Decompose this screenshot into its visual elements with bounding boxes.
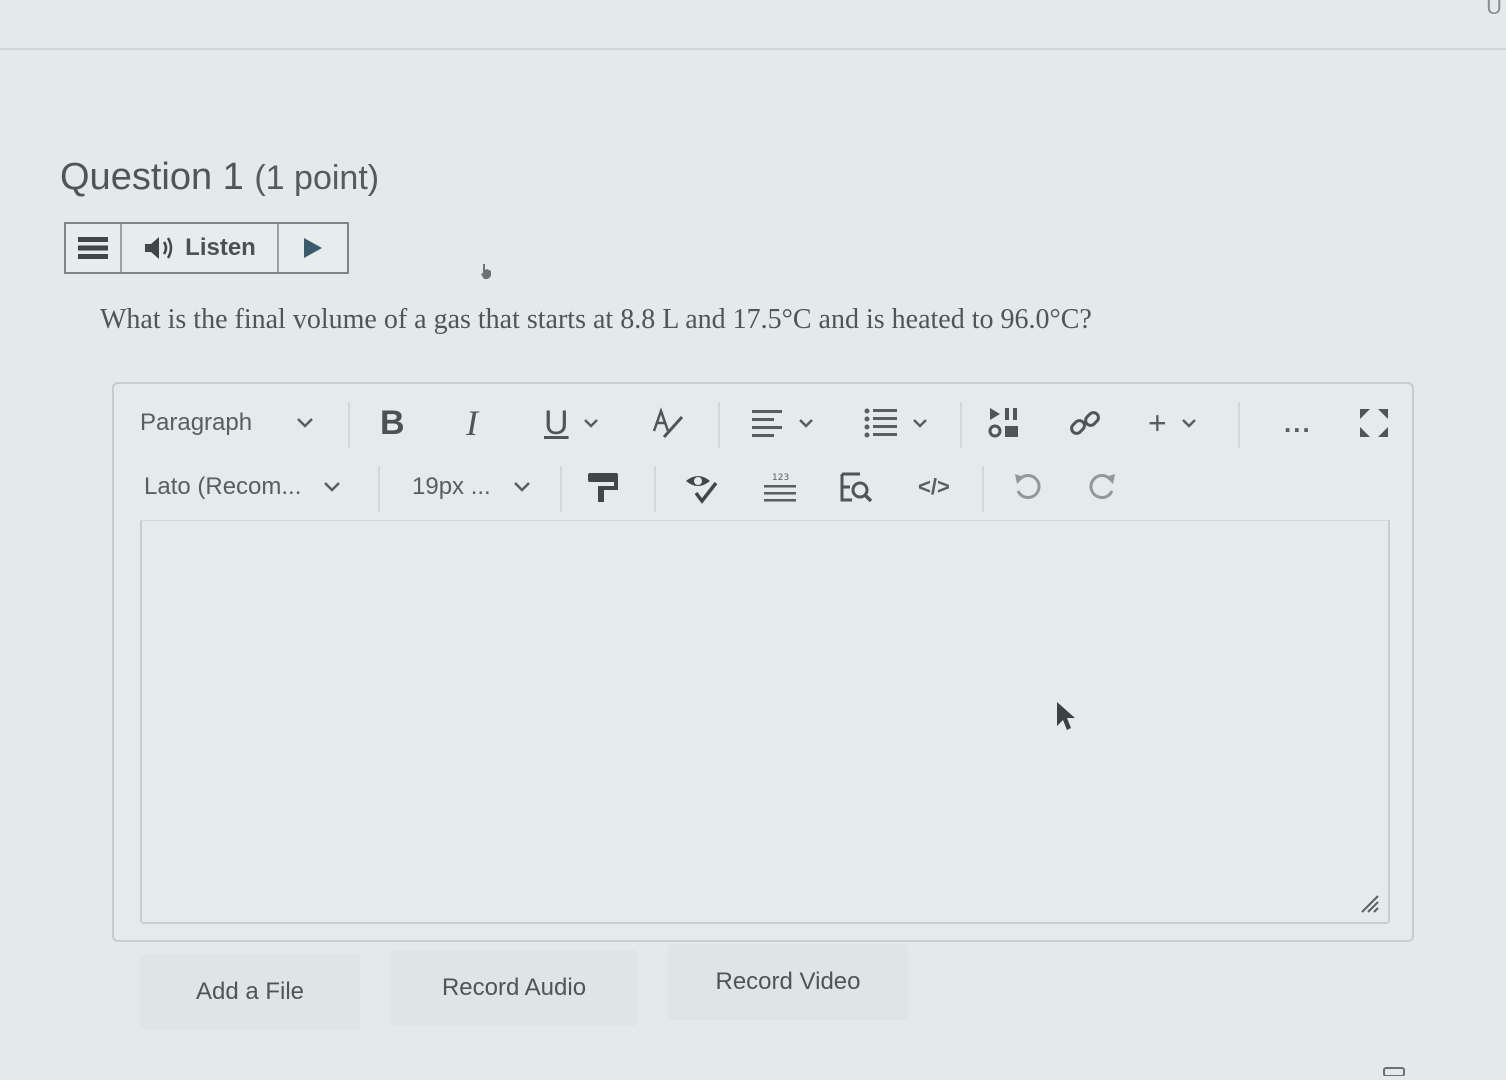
toolbar-row-1: Paragraph B I U + ...	[114, 398, 1412, 448]
word-count-icon: 123	[762, 471, 798, 503]
chevron-down-icon	[323, 481, 341, 493]
source-code-button[interactable]: </>	[918, 462, 950, 512]
toolbar-separator	[654, 466, 656, 512]
toolbar-separator	[378, 466, 380, 512]
listen-toolbar: Listen	[64, 222, 349, 274]
toolbar-separator	[960, 402, 962, 448]
resize-handle-icon[interactable]	[1358, 892, 1380, 914]
list-icon	[864, 407, 898, 439]
record-video-button[interactable]: Record Video	[668, 944, 908, 1020]
undo-icon	[1012, 471, 1044, 503]
question-heading: Question 1 (1 point)	[60, 156, 379, 199]
toolbar-separator	[348, 402, 350, 448]
bold-button[interactable]: B	[380, 398, 405, 448]
font-size-dropdown[interactable]: 19px ...	[412, 462, 531, 512]
record-audio-button[interactable]: Record Audio	[390, 950, 638, 1026]
chevron-down-icon	[912, 418, 928, 429]
toolbar-row-2: Lato (Recom... 19px ... 123 </>	[114, 462, 1412, 512]
font-family-label: Lato (Recom...	[144, 473, 302, 500]
redo-icon	[1086, 471, 1118, 503]
align-dropdown[interactable]	[752, 398, 814, 448]
speaker-icon	[143, 235, 177, 261]
question-points: (1 point)	[254, 159, 380, 197]
editor-content-area[interactable]	[140, 520, 1390, 924]
play-icon	[302, 236, 324, 260]
list-dropdown[interactable]	[864, 398, 928, 448]
accessibility-check-icon	[684, 469, 720, 505]
toolbar-separator	[1238, 402, 1240, 448]
format-painter-icon	[586, 470, 622, 504]
fullscreen-icon	[1358, 407, 1390, 439]
question-text: What is the final volume of a gas that s…	[100, 304, 1092, 335]
underline-dropdown[interactable]: U	[544, 398, 599, 448]
link-button[interactable]	[1068, 398, 1102, 448]
more-button[interactable]: ...	[1284, 398, 1312, 448]
listen-menu-button[interactable]	[66, 224, 122, 272]
source-code-icon: </>	[918, 474, 950, 499]
media-icon	[988, 406, 1022, 440]
underline-button: U	[544, 403, 569, 442]
corner-text: U	[1486, 0, 1502, 19]
link-icon	[1068, 406, 1102, 440]
insert-dropdown[interactable]: +	[1148, 398, 1197, 448]
question-title: Question 1	[60, 156, 244, 198]
font-size-label: 19px ...	[412, 473, 491, 500]
find-replace-icon	[838, 470, 874, 504]
format-painter-button[interactable]	[586, 462, 622, 512]
svg-text:123: 123	[772, 473, 789, 483]
listen-button[interactable]: Listen	[122, 224, 279, 272]
block-format-label: Paragraph	[140, 409, 253, 436]
redo-button[interactable]	[1086, 462, 1118, 512]
mouse-cursor-icon	[1055, 700, 1077, 732]
strikethrough-icon	[650, 405, 686, 441]
fullscreen-button[interactable]	[1358, 398, 1390, 448]
attachment-actions: Add a File Record Audio Record Video	[140, 944, 940, 1030]
toolbar-separator	[982, 466, 984, 512]
font-family-dropdown[interactable]: Lato (Recom...	[144, 462, 341, 512]
chevron-down-icon	[513, 481, 531, 493]
listen-label: Listen	[185, 234, 256, 261]
accessibility-check-button[interactable]	[684, 462, 720, 512]
media-button[interactable]	[988, 398, 1022, 448]
play-button[interactable]	[279, 224, 347, 272]
rich-text-editor: Paragraph B I U + ... Lato (Recom... 19p…	[112, 382, 1414, 942]
italic-button[interactable]: I	[466, 398, 478, 448]
undo-button[interactable]	[1012, 462, 1044, 512]
block-format-dropdown[interactable]: Paragraph	[140, 398, 314, 448]
insert-icon: +	[1148, 404, 1167, 441]
toolbar-separator	[718, 402, 720, 448]
top-divider	[0, 48, 1506, 50]
toolbar-separator	[560, 466, 562, 512]
menu-icon	[78, 236, 108, 260]
taskbar-icon	[1382, 1066, 1406, 1076]
add-file-button[interactable]: Add a File	[140, 954, 360, 1030]
chevron-down-icon	[296, 417, 314, 429]
chevron-down-icon	[1181, 418, 1197, 429]
find-replace-button[interactable]	[838, 462, 874, 512]
chevron-down-icon	[583, 418, 599, 429]
hand-pointer-icon	[478, 262, 494, 280]
word-count-button[interactable]: 123	[762, 462, 798, 512]
more-icon: ...	[1284, 407, 1312, 438]
strikethrough-button[interactable]	[650, 398, 686, 448]
align-icon	[752, 408, 784, 438]
chevron-down-icon	[798, 418, 814, 429]
